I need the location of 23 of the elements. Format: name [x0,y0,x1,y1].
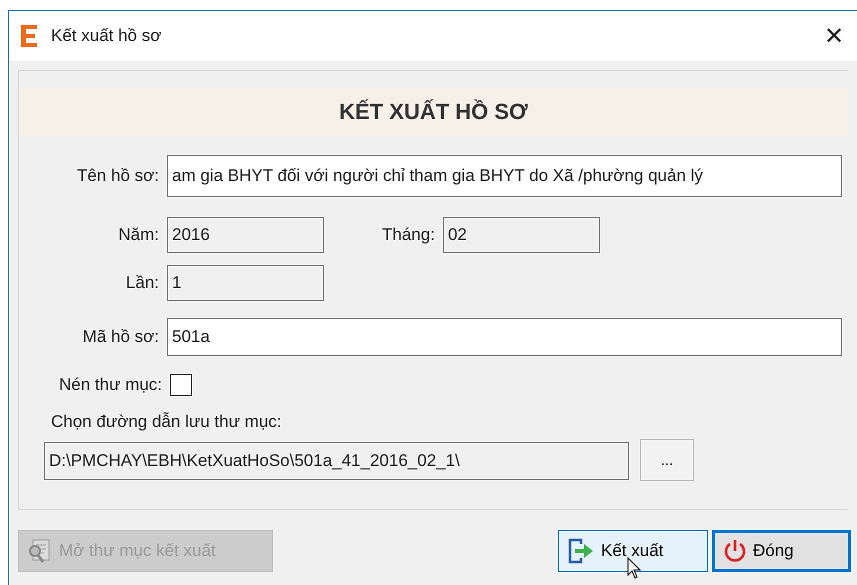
field-label: Lần: [124,273,160,293]
field-label: Năm: [117,225,160,245]
field-label: Chọn đường dẫn lưu thư mục: [51,412,283,432]
mouse-cursor-icon [627,557,641,579]
field-label: Nén thư mục: [58,375,164,395]
text-field[interactable]: 1 [167,265,324,301]
window-title: Kết xuất hồ sơ [51,26,162,46]
form-heading: KẾT XUẤT HỒ SƠ [339,99,528,125]
close-button[interactable]: ✕ [824,22,844,50]
close-button[interactable]: Đóng [712,530,851,572]
browse-button[interactable]: ... [640,439,694,481]
field-label: Tên hồ sơ: [76,166,160,186]
text-field[interactable]: am gia BHYT đối với người chỉ tham gia BHYT do Xã /phường quản lý [167,155,842,197]
text-field[interactable]: 501a [167,318,842,356]
field-label: Tháng: [382,225,436,245]
app-logo-icon [21,25,37,47]
path-field[interactable]: D:\PMCHAY\EBH\KetXuatHoSo\501a_41_2016_02_1\ [44,442,629,480]
text-field[interactable]: 2016 [167,217,324,253]
text-field[interactable]: 02 [442,217,600,253]
checkbox[interactable] [170,374,192,396]
export-icon [567,538,595,564]
power-icon [723,539,747,563]
field-label: Mã hồ sơ: [82,327,160,347]
